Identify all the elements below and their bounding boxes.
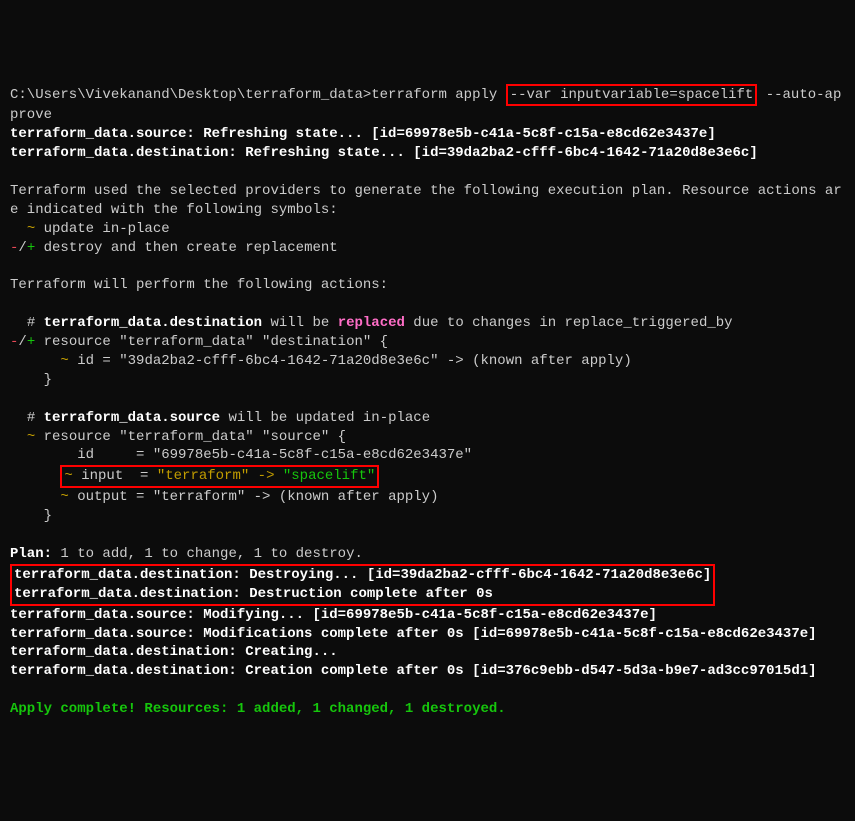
src-resource-decl: ~ resource "terraform_data" "source" { (10, 429, 346, 445)
apply-complete: Apply complete! Resources: 1 added, 1 ch… (10, 701, 506, 717)
prompt: C:\Users\Vivekanand\Desktop\terraform_da… (10, 87, 506, 103)
destroying-line: terraform_data.destination: Destroying..… (14, 567, 711, 583)
src-output-line: ~ output = "terraform" -> (known after a… (10, 489, 439, 505)
highlighted-destroy-block: terraform_data.destination: Destroying..… (10, 564, 715, 606)
dest-id-line: ~ id = "39da2ba2-cfff-6bc4-1642-71a20d8e… (10, 353, 632, 369)
destruction-complete-line: terraform_data.destination: Destruction … (14, 586, 493, 602)
highlighted-var-flag: --var inputvariable=spacelift (506, 84, 758, 107)
modifying-line: terraform_data.source: Modifying... [id=… (10, 607, 657, 623)
refresh-destination: terraform_data.destination: Refreshing s… (10, 145, 758, 161)
dest-comment: # terraform_data.destination will be rep… (10, 315, 733, 331)
src-comment: # terraform_data.source will be updated … (10, 410, 430, 426)
highlighted-input-change: ~ input = "terraform" -> "spacelift" (60, 465, 379, 488)
src-close: } (10, 508, 52, 524)
prompt-line: C:\Users\Vivekanand\Desktop\terraform_da… (10, 87, 841, 124)
modifications-complete-line: terraform_data.source: Modifications com… (10, 626, 817, 642)
symbol-update: ~ update in-place (10, 221, 170, 237)
plan-summary: Plan: 1 to add, 1 to change, 1 to destro… (10, 546, 363, 562)
creation-complete-line: terraform_data.destination: Creation com… (10, 663, 817, 679)
src-id-line: id = "69978e5b-c41a-5c8f-c15a-e8cd62e343… (10, 447, 472, 463)
actions-header: Terraform will perform the following act… (10, 277, 388, 293)
refresh-source: terraform_data.source: Refreshing state.… (10, 126, 716, 142)
terminal-output: C:\Users\Vivekanand\Desktop\terraform_da… (10, 84, 845, 719)
symbol-replace: -/+ destroy and then create replacement (10, 240, 338, 256)
dest-resource-decl: -/+ resource "terraform_data" "destinati… (10, 334, 388, 350)
plan-intro: Terraform used the selected providers to… (10, 183, 842, 218)
src-input-line: ~ input = "terraform" -> "spacelift" (10, 468, 379, 484)
creating-line: terraform_data.destination: Creating... (10, 644, 338, 660)
dest-close: } (10, 372, 52, 388)
